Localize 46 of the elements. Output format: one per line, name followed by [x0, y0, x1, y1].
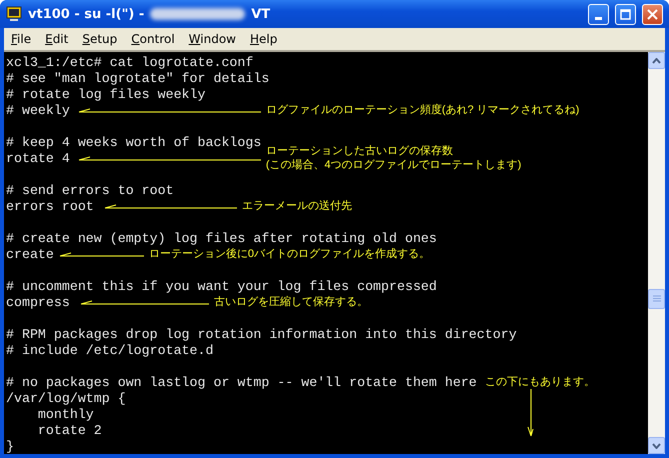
terminal-line: # weekly [6, 102, 70, 118]
scroll-thumb[interactable] [648, 289, 665, 309]
minimize-icon [595, 16, 602, 20]
close-button[interactable] [642, 4, 663, 24]
terminal-line: compress [6, 294, 70, 310]
terminal-line: /var/log/wtmp { [6, 390, 126, 406]
terminal-line: errors root [6, 198, 94, 214]
annotation-text: 古いログを圧縮して保存する。 [214, 295, 368, 309]
scroll-down-button[interactable] [648, 437, 665, 454]
annotation-text: (この場合、4つのログファイルでローテートします) [266, 158, 522, 172]
arrow [526, 389, 535, 437]
annotation-text: ローテーションした古いログの保存数 [266, 144, 454, 158]
app-icon [6, 6, 22, 22]
menu-item[interactable]: Control [126, 32, 180, 46]
terminal-line: monthly [36, 406, 94, 422]
window-title: vt100 - su -l(") - [28, 6, 144, 22]
terminal-line: # rotate log files weekly [6, 86, 206, 102]
terminal-line: # uncomment this if you want your log files compressed [6, 278, 437, 294]
terminal-line: # send errors to root [6, 182, 174, 198]
annotation-text: ローテーション後に0バイトのログファイルを作成する。 [148, 247, 430, 261]
grip-icon [652, 295, 660, 303]
menu-item[interactable]: Edit [40, 32, 74, 46]
menu-item[interactable]: Setup [77, 32, 122, 46]
terminal-line: # include /etc/logrotate.d [6, 342, 214, 358]
annotation-text: ログファイルのローテーション頻度(あれ? リマークされてるね) [266, 103, 580, 117]
close-icon [647, 8, 658, 20]
terminal-line: } [6, 438, 14, 454]
terminal-line: # see "man logrotate" for details [6, 70, 270, 86]
terminal-line: rotate 4 [6, 150, 70, 166]
terminal-line: # create new (empty) log files after rotating old ones [6, 230, 437, 246]
terminal-line: xcl3_1:/etc# cat logrotate.conf [6, 54, 254, 70]
terminal-line: # keep 4 weeks worth of backlogs [6, 134, 262, 150]
menu-item[interactable]: Window [184, 32, 241, 46]
terminal-line: # no packages own lastlog or wtmp -- we'll rotate them here [6, 374, 477, 390]
scroll-up-button[interactable] [648, 52, 665, 69]
terminal-line: create [6, 246, 54, 262]
minimize-button[interactable] [588, 4, 609, 24]
terminal-line: rotate 2 [36, 422, 102, 438]
annotation-text: エラーメールの送付先 [242, 199, 352, 213]
annotation-text: この下にもあります。 [484, 375, 595, 389]
menu-item[interactable]: Help [245, 32, 282, 46]
maximize-button[interactable] [615, 4, 636, 24]
maximize-icon [620, 8, 631, 20]
terminal-line: # RPM packages drop log rotation information into this directory [6, 326, 517, 342]
menu-item[interactable]: File [6, 32, 36, 46]
window-title: VT [251, 6, 270, 22]
